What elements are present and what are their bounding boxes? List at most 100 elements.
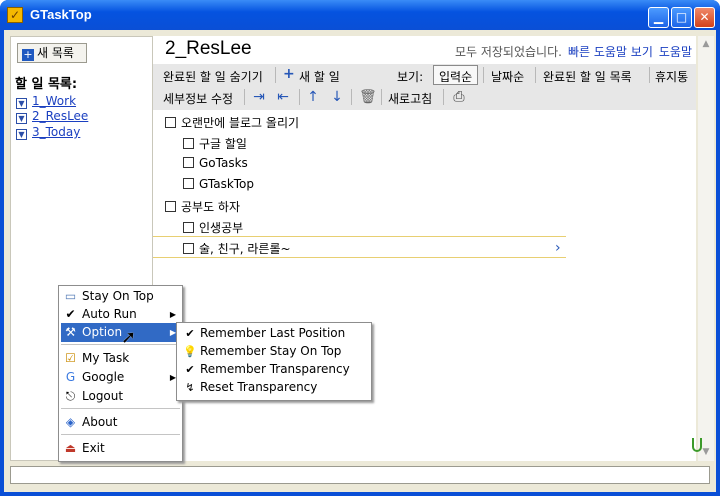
plus-icon: +: [22, 48, 34, 61]
trash-button[interactable]: 휴지통: [655, 68, 688, 85]
status-bar: [10, 466, 710, 484]
list-title: 2_ResLee: [165, 38, 252, 59]
view-completed-button[interactable]: 완료된 할 일 목록: [543, 68, 632, 85]
menu-item-auto-run[interactable]: ✔ Auto Run ▶: [61, 305, 180, 324]
check-icon: ✔: [185, 327, 195, 340]
task-checkbox[interactable]: [165, 201, 176, 212]
task-checkbox[interactable]: [183, 138, 194, 149]
task-checkbox[interactable]: [183, 243, 194, 254]
sidebar-item-2-reslee[interactable]: ▼ 2_ResLee: [16, 109, 88, 124]
task-highlight-line: [153, 257, 566, 258]
option-submenu: ✔ Remember Last Position 💡 Remember Stay On…: [176, 322, 372, 401]
quick-help-link[interactable]: 빠른 도움말 보기: [568, 45, 653, 59]
new-list-label: 새 목록: [37, 46, 74, 60]
chevron-down-icon[interactable]: ▼: [16, 113, 27, 124]
menu-item-label: Exit: [82, 441, 105, 455]
menu-item-my-task[interactable]: ☑ My Task: [61, 349, 180, 368]
exit-icon: ⏏: [64, 441, 77, 455]
menu-item-exit[interactable]: ⏏ Exit: [61, 439, 180, 458]
menu-separator: [61, 408, 180, 409]
chevron-down-icon[interactable]: ▼: [16, 98, 27, 109]
task-item[interactable]: GTaskTop: [183, 177, 254, 191]
outdent-icon[interactable]: ⇤: [275, 89, 291, 105]
new-list-button[interactable]: + 새 목록: [17, 43, 87, 63]
resize-grip[interactable]: [692, 438, 702, 452]
check-icon: ✓: [7, 7, 23, 23]
submenu-item-label: Remember Transparency: [200, 362, 350, 376]
toolbar-divider: [275, 67, 276, 83]
task-checkbox[interactable]: [183, 222, 194, 233]
menu-item-label: My Task: [82, 351, 130, 365]
chevron-down-icon[interactable]: ▼: [16, 129, 27, 140]
task-checkbox[interactable]: [183, 157, 194, 168]
view-date-button[interactable]: 날짜순: [491, 68, 524, 85]
maximize-button[interactable]: □: [671, 7, 692, 28]
view-input-order-button[interactable]: 입력순: [433, 65, 479, 85]
task-item[interactable]: 술, 친구, 라른롤~: [183, 240, 291, 257]
menu-item-label: Stay On Top: [82, 289, 154, 303]
menu-item-label: Auto Run: [82, 307, 137, 321]
list-label: 3_Today: [32, 125, 81, 139]
task-checkbox[interactable]: [183, 178, 194, 189]
window-icon: ▭: [64, 289, 77, 303]
move-down-icon[interactable]: ↓: [329, 89, 345, 105]
toolbar-divider: [535, 67, 536, 83]
submenu-item-label: Remember Stay On Top: [200, 344, 342, 358]
google-icon: G: [65, 370, 76, 384]
print-icon[interactable]: ⎙: [451, 89, 467, 105]
title-bar[interactable]: ✓ GTaskTop ▁ □ ✕: [0, 0, 720, 30]
refresh-button[interactable]: 새로고침: [388, 90, 432, 107]
add-task-button[interactable]: 새 할 일: [299, 68, 340, 85]
task-item[interactable]: GoTasks: [183, 156, 248, 170]
submenu-item-remember-stay-on-top[interactable]: 💡 Remember Stay On Top: [179, 342, 369, 360]
toolbar-divider: [381, 89, 382, 105]
submenu-item-remember-transparency[interactable]: ✔ Remember Transparency: [179, 360, 369, 378]
plus-icon[interactable]: +: [283, 66, 295, 82]
menu-item-google[interactable]: G Google ▶: [61, 368, 180, 387]
menu-item-about[interactable]: ◈ About: [61, 413, 180, 432]
task-item[interactable]: 오랜만에 블로그 올리기: [165, 114, 299, 131]
task-label: 구글 할일: [199, 137, 247, 151]
close-button[interactable]: ✕: [694, 7, 715, 28]
sidebar-item-1-work[interactable]: ▼ 1_Work: [16, 94, 76, 109]
menu-item-label: Google: [82, 370, 125, 384]
logout-icon: ⎋: [65, 389, 76, 403]
submenu-item-reset-transparency[interactable]: ↯ Reset Transparency: [179, 378, 369, 396]
toolbar-divider: [443, 89, 444, 105]
edit-details-button[interactable]: 세부정보 수정: [163, 90, 233, 107]
indent-icon[interactable]: ⇥: [251, 89, 267, 105]
task-label: 인생공부: [199, 221, 244, 235]
mouse-cursor-icon: ➚: [121, 327, 137, 348]
menu-item-label: Logout: [82, 389, 124, 403]
top-links: 모두 저장되었습니다. 빠른 도움말 보기 도움말: [455, 43, 692, 60]
hide-completed-button[interactable]: 완료된 할 일 숨기기: [163, 68, 263, 85]
bulb-icon: 💡: [183, 345, 197, 358]
submenu-item-remember-last-position[interactable]: ✔ Remember Last Position: [179, 324, 369, 342]
task-label: GTaskTop: [199, 177, 255, 191]
toolbar-divider: [483, 67, 484, 83]
vertical-scrollbar[interactable]: ▲ ▼: [698, 36, 714, 461]
menu-item-label: Option: [82, 325, 123, 339]
move-up-icon[interactable]: ↑: [305, 89, 321, 105]
task-label: 공부도 하자: [181, 200, 241, 214]
menu-item-logout[interactable]: ⎋ Logout: [61, 387, 180, 406]
tray-context-menu: ▭ Stay On Top ✔ Auto Run ▶ ⚒ Option ▶ ☑ My Task G G…: [58, 285, 183, 462]
task-label: GoTasks: [199, 156, 248, 170]
help-link[interactable]: 도움말: [659, 45, 692, 59]
minimize-button[interactable]: ▁: [648, 7, 669, 28]
task-checkbox[interactable]: [165, 117, 176, 128]
task-item[interactable]: 구글 할일: [183, 135, 247, 152]
menu-item-stay-on-top[interactable]: ▭ Stay On Top: [61, 287, 180, 306]
task-item[interactable]: 공부도 하자: [165, 198, 240, 215]
delete-icon[interactable]: 🗑: [359, 89, 377, 105]
submenu-item-label: Remember Last Position: [200, 326, 346, 340]
sidebar-item-3-today[interactable]: ▼ 3_Today: [16, 125, 80, 140]
scroll-up-arrow[interactable]: ▲: [698, 36, 714, 53]
check-icon: ✔: [65, 307, 76, 321]
task-item[interactable]: 인생공부: [183, 219, 243, 236]
saved-status: 모두 저장되었습니다.: [454, 45, 562, 59]
task-label: 오랜만에 블로그 올리기: [181, 116, 300, 130]
chevron-right-icon[interactable]: ›: [555, 240, 561, 256]
menu-separator: [61, 434, 180, 435]
task-highlight-line: [153, 236, 566, 237]
